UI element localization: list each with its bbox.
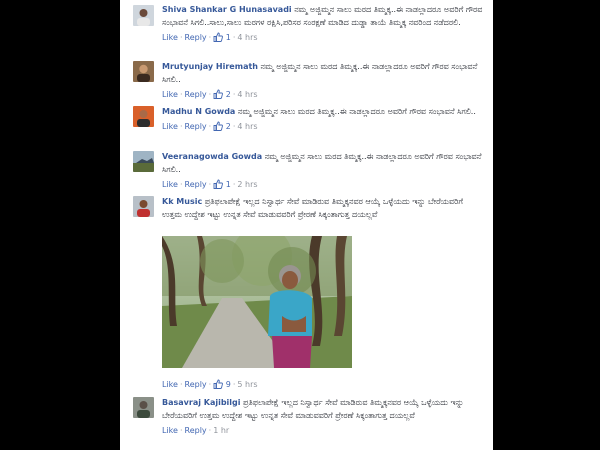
avatar[interactable] xyxy=(133,61,154,82)
comment-photo[interactable] xyxy=(162,226,352,368)
like-count-button[interactable]: 2 xyxy=(213,89,231,99)
comment-time[interactable]: 4 hrs xyxy=(237,33,257,42)
like-button[interactable]: Like xyxy=(162,380,178,389)
comment-time[interactable]: 4 hrs xyxy=(237,122,257,131)
comment-body: Kk Music ಪ್ರತಿಫಲಾಪೇಕ್ಷೆ ಇಲ್ಲದ ನಿಸ್ವಾರ್ಥ … xyxy=(162,195,484,221)
comment-text: ಪ್ರತಿಫಲಾಪೇಕ್ಷೆ ಇಲ್ಲದ ನಿಸ್ವಾರ್ಥ ಸೇವೆ ಮಾಡಿ… xyxy=(162,197,463,219)
comment-body: Basavraj Kajibilgi ಪ್ರತಿಫಲಾಪೇಕ್ಷೆ ಇಲ್ಲದ … xyxy=(162,396,484,437)
like-count-button[interactable]: 2 xyxy=(213,121,231,131)
reply-button[interactable]: Reply xyxy=(185,380,207,389)
comment-actions: Like · Reply · 1 hr xyxy=(162,426,230,435)
avatar[interactable] xyxy=(133,106,154,127)
comment-author[interactable]: Basavraj Kajibilgi xyxy=(162,398,241,407)
like-button[interactable]: Like xyxy=(162,90,178,99)
comment-actions: Like · Reply · 2 · 4 hrs xyxy=(162,121,484,135)
reply-button[interactable]: Reply xyxy=(185,122,207,131)
thumbs-up-icon xyxy=(213,89,224,103)
thumbs-up-icon xyxy=(213,379,224,393)
like-count: 1 xyxy=(225,180,231,189)
like-count: 2 xyxy=(225,90,231,99)
comment-text: ನಮ್ಮ ಅಜ್ಜಿಮ್ಮನ ಸಾಲು ಮರದ ತಿಮ್ಮಕ್ಕ..ಈ ನಾಡಲ… xyxy=(235,107,476,116)
like-count-button[interactable]: 9 xyxy=(213,379,231,389)
comment-author[interactable]: Shiva Shankar G Hunasavadi xyxy=(162,5,292,14)
comment-actions: Like · Reply · 1 · 4 hrs xyxy=(162,32,484,46)
comment-body: Madhu N Gowda ನಮ್ಮ ಅಜ್ಜಿಮ್ಮನ ಸಾಲು ಮರದ ತಿ… xyxy=(162,105,484,135)
avatar[interactable] xyxy=(133,196,154,217)
comment-time[interactable]: 1 hr xyxy=(213,426,229,435)
comments-panel: Shiva Shankar G Hunasavadi ನಮ್ಮ ಅಜ್ಜಿಮ್ಮ… xyxy=(120,0,493,450)
comment-actions: Like · Reply · 1 · 2 hrs xyxy=(162,179,484,193)
avatar[interactable] xyxy=(133,151,154,172)
avatar[interactable] xyxy=(133,397,154,418)
thumbs-up-icon xyxy=(213,121,224,135)
thumbs-up-icon xyxy=(213,179,224,193)
comment-actions: Like · Reply · 9 · 5 hrs xyxy=(162,379,484,393)
like-button[interactable]: Like xyxy=(162,180,178,189)
comment-body: Mrutyunjay Hiremath ನಮ್ಮ ಅಜ್ಜಿಮ್ಮನ ಸಾಲು … xyxy=(162,60,484,103)
reply-button[interactable]: Reply xyxy=(185,33,207,42)
like-button[interactable]: Like xyxy=(162,426,178,435)
like-count-button[interactable]: 1 xyxy=(213,32,231,42)
comment-author[interactable]: Kk Music xyxy=(162,197,202,206)
like-count: 1 xyxy=(225,33,231,42)
like-count: 2 xyxy=(225,122,231,131)
reply-button[interactable]: Reply xyxy=(185,426,207,435)
like-count-button[interactable]: 1 xyxy=(213,179,231,189)
comment-body: Veeranagowda Gowda ನಮ್ಮ ಅಜ್ಜಿಮ್ಮನ ಸಾಲು ಮ… xyxy=(162,150,484,193)
comment-author[interactable]: Mrutyunjay Hiremath xyxy=(162,62,258,71)
avatar[interactable] xyxy=(133,5,154,26)
comment-body: Shiva Shankar G Hunasavadi ನಮ್ಮ ಅಜ್ಜಿಮ್ಮ… xyxy=(162,3,484,46)
like-button[interactable]: Like xyxy=(162,33,178,42)
reply-button[interactable]: Reply xyxy=(185,180,207,189)
reply-button[interactable]: Reply xyxy=(185,90,207,99)
comment-author[interactable]: Veeranagowda Gowda xyxy=(162,152,262,161)
thumbs-up-icon xyxy=(213,32,224,46)
comment-time[interactable]: 5 hrs xyxy=(237,380,257,389)
comment-actions: Like · Reply · 2 · 4 hrs xyxy=(162,89,484,103)
comment-author[interactable]: Madhu N Gowda xyxy=(162,107,235,116)
like-count: 9 xyxy=(225,380,231,389)
comment-time[interactable]: 4 hrs xyxy=(237,90,257,99)
comment-time[interactable]: 2 hrs xyxy=(237,180,257,189)
like-button[interactable]: Like xyxy=(162,122,178,131)
